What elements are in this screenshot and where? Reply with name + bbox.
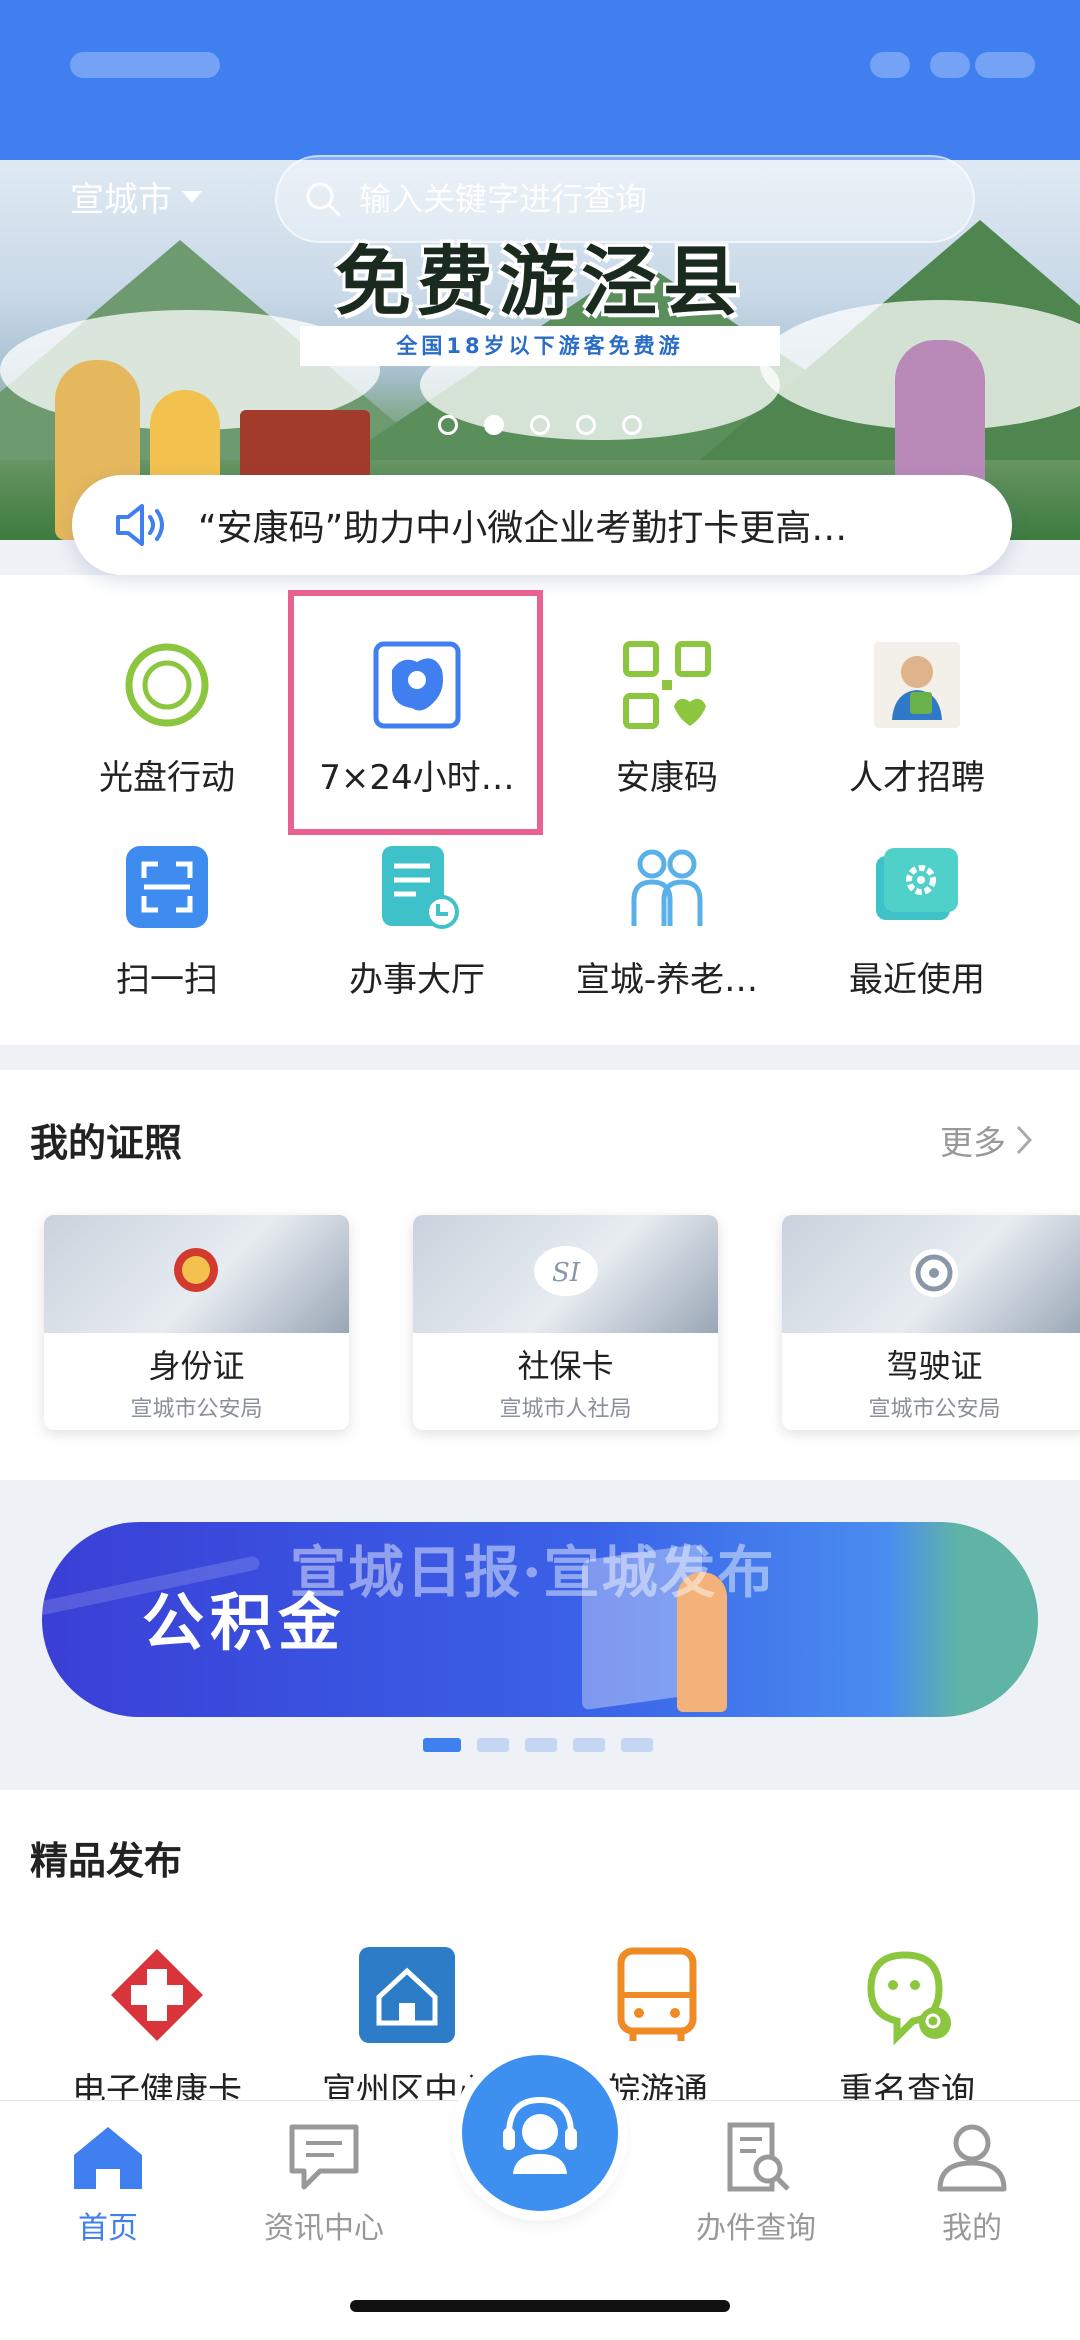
tab-label: 首页 [78,2211,138,2246]
chevron-right-icon [1016,1125,1033,1155]
emblem-icon [174,1248,218,1292]
message-icon [289,2124,359,2190]
customer-service-icon [503,2096,577,2174]
search-icon [306,182,341,217]
tab-news[interactable]: 资讯中心 [216,2121,432,2247]
bus-icon [617,1947,697,2041]
medical-cross-icon [111,1949,203,2041]
speaker-icon [116,504,164,546]
search-bar[interactable] [275,155,975,243]
svg-text:SI: SI [552,1258,581,1288]
fund-page-indicator[interactable] [525,1738,557,1752]
card-org: 宣城市人社局 [499,1397,632,1422]
license-card-id[interactable]: 身份证 宣城市公安局 [44,1215,349,1430]
city-name: 宣城市 [70,180,172,220]
service-hall[interactable]: 办事大厅 [282,842,552,1001]
battery-icon [975,52,1035,78]
elderly-icon [622,842,712,932]
card-image: SI [413,1215,718,1333]
service-label: 人才招聘 [849,758,985,798]
wifi-icon [930,52,970,78]
fund-page-indicator[interactable] [621,1738,653,1752]
notice-text: “安康码”助力中小微企业考勤打卡更高… [198,508,848,549]
more-link[interactable]: 更多 [940,1116,1034,1164]
home-indicator [350,2300,730,2312]
publish-item-health[interactable]: 电子健康卡 [32,1945,282,2112]
carousel-dot-active[interactable] [484,415,504,435]
service-label: 光盘行动 [99,758,235,798]
status-left-info [70,52,220,78]
user-icon [937,2124,1007,2192]
watermark-text: 宣城日报·宣城发布 [290,1540,776,1606]
service-recent[interactable]: 最近使用 [782,842,1052,1001]
service-label: 扫一扫 [116,960,218,1000]
service-label: 安康码 [616,758,718,798]
carousel-dot[interactable] [622,415,642,435]
fund-page-indicator-active[interactable] [423,1738,461,1752]
notice-bar[interactable]: “安康码”助力中小微企业考勤打卡更高… [72,475,1012,575]
ring-icon [122,640,212,730]
card-name: 社保卡 [517,1347,614,1385]
card-image [782,1215,1080,1333]
status-bar [0,0,1080,165]
card-org: 宣城市公安局 [868,1397,1001,1422]
carousel-dot[interactable] [438,415,458,435]
search-input[interactable] [357,179,921,219]
carousel-dot[interactable] [576,415,596,435]
document-search-icon [727,2122,790,2192]
tab-label: 资讯中心 [264,2211,384,2246]
gear-folder-icon [872,842,962,932]
city-selector[interactable]: 宣城市 [70,172,202,221]
tab-query[interactable]: 办件查询 [648,2121,864,2247]
card-name: 驾驶证 [886,1347,983,1385]
steering-wheel-icon [910,1249,958,1297]
signal-icon [870,52,910,78]
card-name: 身份证 [148,1347,245,1385]
house-icon [359,1947,455,2043]
section-title: 我的证照 [30,1121,183,1165]
licenses-section: 我的证照 更多 身份证 宣城市公安局 SI 社保卡 宣城市人社局 驾驶证 宣城市… [0,1070,1080,1480]
highlight-box [288,590,543,835]
service-elderly[interactable]: 宣城-养老… [532,842,802,1001]
card-image [44,1215,349,1333]
license-card-social[interactable]: SI 社保卡 宣城市人社局 [413,1215,718,1430]
recruit-icon [872,640,962,730]
service-guangpan[interactable]: 光盘行动 [32,640,302,799]
banner-subtitle: 全国18岁以下游客免费游 [300,326,780,366]
carousel-dot[interactable] [530,415,550,435]
tab-label: 我的 [942,2211,1002,2246]
service-label: 办事大厅 [349,960,485,1000]
service-scan[interactable]: 扫一扫 [32,842,302,1001]
qr-health-icon [622,640,712,730]
scan-icon [122,842,212,932]
publish-item-name[interactable]: 重名查询 [782,1945,1032,2112]
service-label: 宣城-养老… [575,960,759,1000]
service-recruit[interactable]: 人才招聘 [782,640,1052,799]
more-label: 更多 [940,1123,1006,1162]
name-search-icon [867,1951,951,2045]
social-security-icon: SI [534,1246,598,1296]
fund-page-indicator[interactable] [477,1738,509,1752]
caret-down-icon [182,190,202,203]
document-icon [372,842,462,932]
home-icon [74,2127,142,2189]
tab-label: 办件查询 [696,2211,816,2246]
license-card-driving[interactable]: 驾驶证 宣城市公安局 [782,1215,1080,1430]
card-org: 宣城市公安局 [130,1397,263,1422]
fund-page-indicator[interactable] [573,1738,605,1752]
section-title: 精品发布 [30,1839,183,1883]
tab-mine[interactable]: 我的 [864,2121,1080,2247]
service-ankangma[interactable]: 安康码 [532,640,802,799]
customer-service-button[interactable] [462,2055,618,2211]
tab-home[interactable]: 首页 [0,2121,216,2247]
service-label: 最近使用 [849,960,985,1000]
